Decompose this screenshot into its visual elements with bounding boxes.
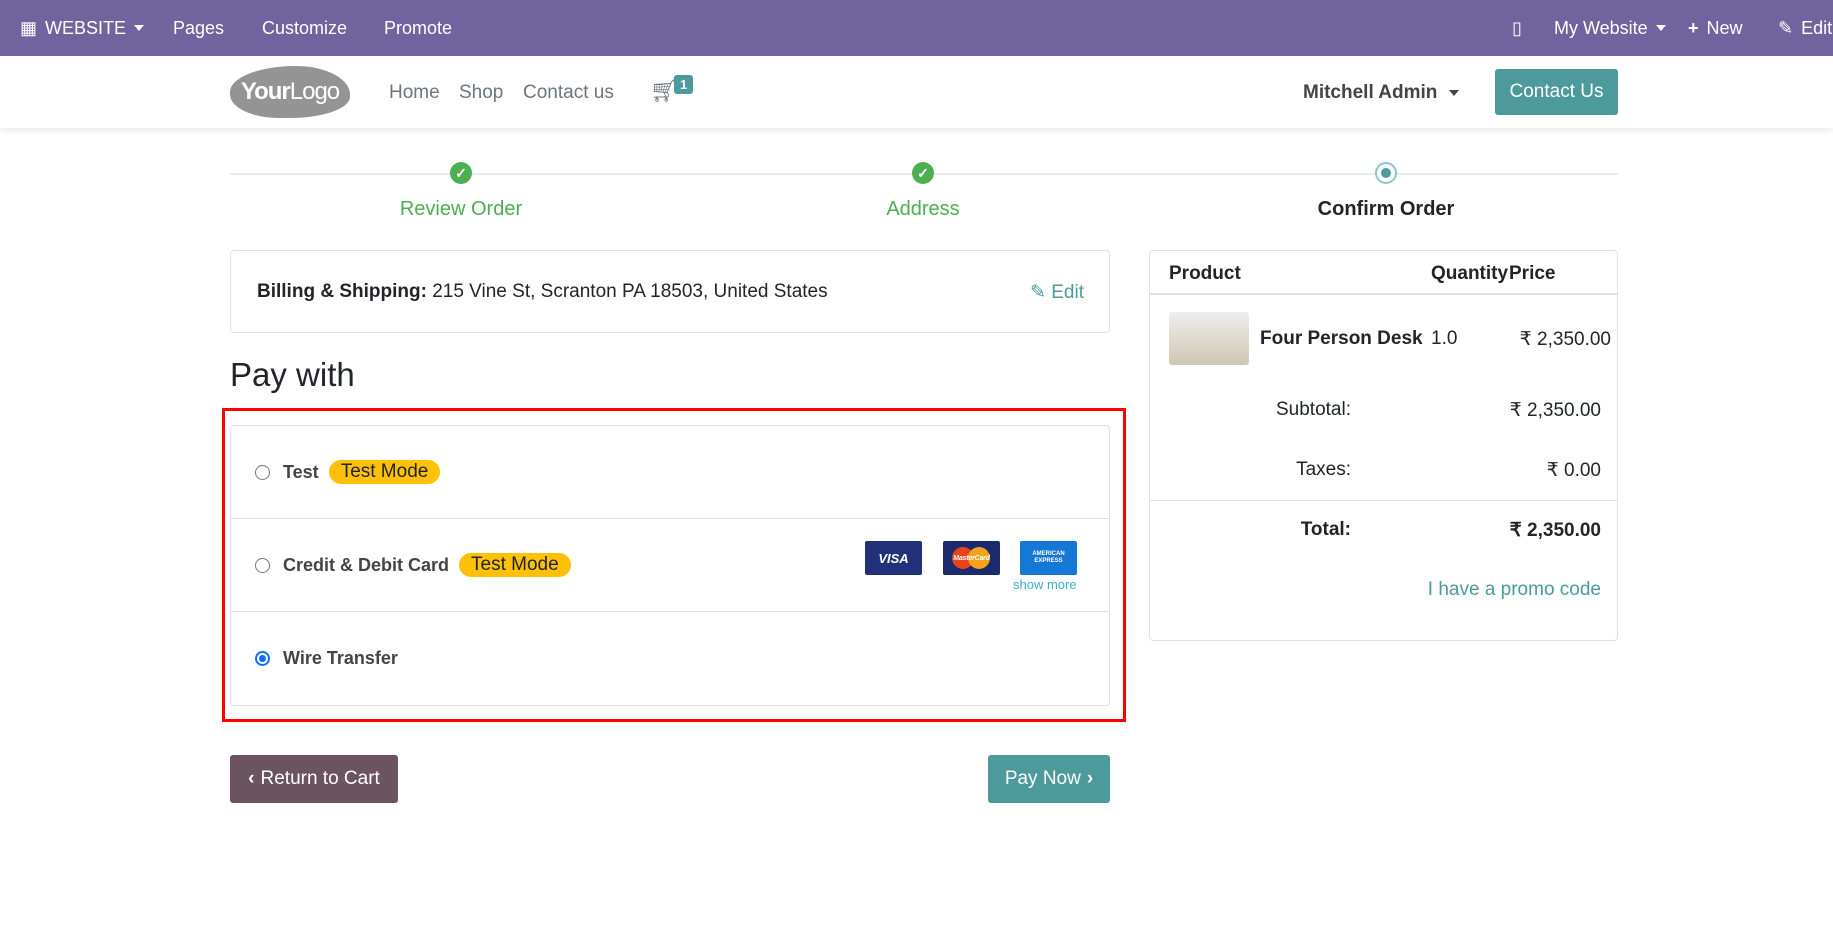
admin-topbar: ▦ WEBSITE Pages Customize Promote ▯ My We… xyxy=(0,0,1833,56)
radio-test[interactable] xyxy=(255,464,270,480)
current-step-icon xyxy=(1375,162,1397,184)
subtotal-value: ₹ 2,350.00 xyxy=(1509,400,1601,421)
product-image xyxy=(1169,312,1249,365)
user-menu[interactable]: Mitchell Admin xyxy=(1303,82,1460,104)
total-label: Total: xyxy=(1300,519,1351,540)
caret-down-icon xyxy=(134,25,145,31)
step-address[interactable]: Address xyxy=(773,198,1073,221)
step-confirm-order: Confirm Order xyxy=(1317,198,1455,220)
pay-with-title: Pay with xyxy=(230,356,355,393)
pay-now-button[interactable]: Pay Now › xyxy=(988,755,1110,803)
website-menu[interactable]: ▦ WEBSITE xyxy=(20,0,145,56)
edit-icon: ✎ xyxy=(1030,282,1046,303)
test-mode-badge: Test Mode xyxy=(328,460,441,484)
my-website-menu[interactable]: My Website xyxy=(1554,0,1666,56)
nav-home[interactable]: Home xyxy=(389,82,440,104)
billing-address: Billing & Shipping: 215 Vine St, Scranto… xyxy=(257,281,828,302)
nav-shop[interactable]: Shop xyxy=(459,82,503,104)
taxes-value: ₹ 0.00 xyxy=(1546,460,1601,481)
customize-menu[interactable]: Customize xyxy=(262,0,347,56)
chevron-right-icon: › xyxy=(1086,768,1094,789)
mastercard-icon: MasterCard xyxy=(943,541,1000,575)
header-price: Price xyxy=(1509,263,1556,284)
step-review-order[interactable]: Review Order xyxy=(311,198,611,221)
caret-down-icon xyxy=(1449,90,1460,96)
show-more-link[interactable]: show more xyxy=(1013,577,1077,592)
caret-down-icon xyxy=(1655,25,1666,31)
radio-card[interactable] xyxy=(255,557,270,573)
total-value: ₹ 2,350.00 xyxy=(1509,520,1601,541)
visa-icon: VISA xyxy=(865,541,922,575)
payment-method-wire[interactable]: Wire Transfer xyxy=(231,612,1109,705)
check-circle-icon: ✓ xyxy=(912,162,934,184)
payment-method-test[interactable]: Test Test Mode xyxy=(231,426,1109,519)
return-to-cart-button[interactable]: ‹ Return to Cart xyxy=(230,755,398,803)
divider xyxy=(1150,500,1617,501)
promote-menu[interactable]: Promote xyxy=(384,0,452,56)
payment-method-card[interactable]: Credit & Debit Card Test Mode VISA Master… xyxy=(231,519,1109,612)
site-navbar: Your Logo Home Shop Contact us 🛒︎ 1 Mitch… xyxy=(0,56,1833,128)
billing-shipping-box: Billing & Shipping: 215 Vine St, Scranto… xyxy=(230,250,1110,333)
cart-count-badge: 1 xyxy=(674,75,694,94)
promo-code-link[interactable]: I have a promo code xyxy=(1428,579,1601,601)
pages-menu[interactable]: Pages xyxy=(173,0,224,56)
product-quantity: 1.0 xyxy=(1431,328,1458,349)
edit-button[interactable]: ✎ Edit xyxy=(1778,0,1832,56)
test-mode-badge: Test Mode xyxy=(459,553,571,577)
check-circle-icon: ✓ xyxy=(450,162,472,184)
order-summary: Product Quantity Price Four Person Desk … xyxy=(1149,250,1618,641)
contact-us-button[interactable]: Contact Us xyxy=(1495,69,1618,115)
payment-methods-list: Test Test Mode Credit & Debit Card Test Mo… xyxy=(230,425,1110,706)
pencil-icon: ✎ xyxy=(1778,17,1794,38)
new-button[interactable]: + New xyxy=(1688,0,1743,56)
site-logo[interactable]: Your Logo xyxy=(230,66,350,118)
amex-icon: AMERICAN EXPRESS xyxy=(1020,541,1077,575)
chevron-left-icon: ‹ xyxy=(248,768,255,789)
header-product: Product xyxy=(1169,263,1241,284)
summary-header: Product Quantity Price xyxy=(1150,251,1617,295)
plus-icon: + xyxy=(1688,17,1699,38)
apps-grid-icon: ▦ xyxy=(20,17,38,38)
product-price: ₹ 2,350.00 xyxy=(1519,329,1611,350)
nav-contact[interactable]: Contact us xyxy=(523,82,614,104)
product-name[interactable]: Four Person Desk xyxy=(1260,328,1423,350)
mobile-preview-icon[interactable]: ▯ xyxy=(1512,0,1522,56)
taxes-label: Taxes: xyxy=(1296,459,1351,480)
radio-wire-transfer[interactable] xyxy=(255,651,270,666)
subtotal-label: Subtotal: xyxy=(1276,399,1351,420)
edit-address-link[interactable]: ✎ Edit xyxy=(1030,281,1084,304)
header-quantity: Quantity xyxy=(1431,263,1509,284)
